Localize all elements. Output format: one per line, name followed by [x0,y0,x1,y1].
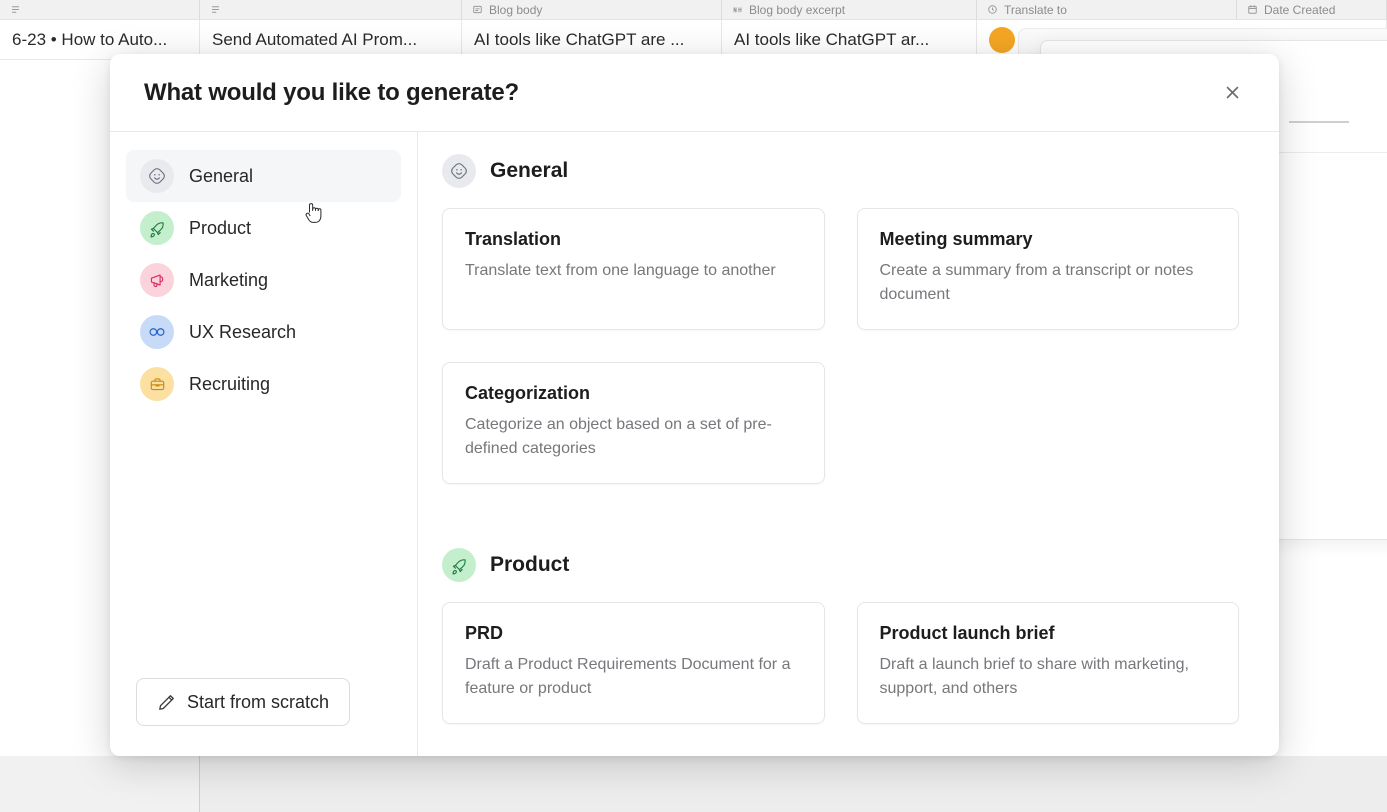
sidebar-item-label: Recruiting [189,373,271,394]
sidebar-item-label: UX Research [189,321,297,342]
card-grid-general: Translation Translate text from one lang… [442,208,1239,484]
background-header-cell[interactable]: Blog body excerpt [722,0,977,19]
rocket-icon [140,211,174,245]
briefcase-icon [140,367,174,401]
sidebar-item-label: General [189,165,254,186]
section-title: Product [490,553,570,576]
section-title: General [490,159,569,182]
card-description: Draft a launch brief to share with marke… [879,656,1189,697]
smiley-face-icon [140,159,174,193]
template-card-categorization[interactable]: Categorization Categorize an object base… [442,362,825,484]
section-header: Product [442,548,1239,582]
sidebar-item-label: Marketing [189,269,269,290]
template-card-translation[interactable]: Translation Translate text from one lang… [442,208,825,330]
generate-modal: What would you like to generate? General… [110,54,1279,756]
section-product: Product PRD Draft a Product Requirements… [442,548,1239,756]
pencil-icon [159,694,174,710]
card-description: Create a summary from a transcript or no… [879,262,1194,303]
card-description: Draft a Product Requirements Document fo… [465,656,791,697]
background-header-label: Date Created [1264,2,1336,17]
ai-icon [733,7,742,13]
background-cell-text: Send Automated AI Prom... [212,29,418,49]
background-bottom-bar [0,756,1387,812]
card-description: Translate text from one language to anot… [465,262,776,279]
modal-header: What would you like to generate? [110,54,1279,132]
start-from-scratch-button[interactable]: Start from scratch [136,678,351,726]
background-panel-underline [1289,121,1349,123]
long-text-icon [473,5,482,14]
page-title: What would you like to generate? [144,78,519,106]
background-header-cell[interactable]: Date Created [1237,0,1387,19]
background-header-cell[interactable]: Translate to [977,0,1237,19]
section-header: General [442,154,1239,188]
clock-icon [988,5,997,14]
background-header-label: Blog body [489,2,543,17]
background-header-cell[interactable]: Blog body [462,0,722,19]
sidebar-item-marketing[interactable]: Marketing [126,254,401,306]
close-button[interactable] [1215,76,1249,110]
background-header-cell[interactable] [0,0,200,19]
modal-body: General Product Marketing UX Research Re… [110,132,1279,756]
card-title: PRD [465,623,504,643]
sidebar-item-label: Product [189,217,252,238]
card-title: Categorization [465,383,591,403]
background-cell-text: AI tools like ChatGPT are ... [474,29,685,49]
background-bottom-left [0,756,200,812]
text-icon [12,6,19,13]
template-card-product-launch-brief[interactable]: Product launch brief Draft a launch brie… [856,602,1239,724]
avatar [989,26,1015,53]
sidebar-item-ux-research[interactable]: UX Research [126,306,401,358]
card-title: Product launch brief [879,623,1055,643]
megaphone-icon [140,263,174,297]
card-description: Categorize an object based on a set of p… [465,416,772,457]
card-grid-product: PRD Draft a Product Requirements Documen… [442,602,1239,756]
calendar-icon [1248,5,1257,14]
sidebar-item-product[interactable]: Product [126,202,401,254]
sidebar-list: General Product Marketing UX Research Re… [126,150,401,678]
template-card-meeting-summary[interactable]: Meeting summary Create a summary from a … [856,208,1239,330]
section-divider-spacer [442,490,1239,548]
card-title: Translation [465,229,562,249]
background-cell-text: AI tools like ChatGPT ar... [734,29,930,49]
sidebar-footer: Start from scratch [126,678,401,756]
background-header-cell[interactable] [200,0,462,19]
modal-sidebar: General Product Marketing UX Research Re… [110,132,418,756]
template-card-prd[interactable]: PRD Draft a Product Requirements Documen… [442,602,825,724]
rocket-icon [442,548,476,582]
modal-overlay: What would you like to generate? General… [0,0,1387,812]
close-icon [1226,86,1238,99]
sidebar-item-recruiting[interactable]: Recruiting [126,358,401,410]
modal-content: General Translation Translate text from … [418,132,1279,756]
glasses-icon [140,315,174,349]
background-cell-text: 6-23 • How to Auto... [12,29,168,49]
background-header-label: Translate to [1004,2,1067,17]
text-icon [212,6,219,13]
start-from-scratch-label: Start from scratch [187,691,330,712]
card-title: Meeting summary [879,229,1033,249]
smiley-face-icon [442,154,476,188]
section-general: General Translation Translate text from … [442,154,1239,484]
sidebar-item-general[interactable]: General [126,150,401,202]
background-table-header-row: Blog body Blog body excerpt Translate to… [0,0,1387,20]
background-header-label: Blog body excerpt [749,2,846,17]
